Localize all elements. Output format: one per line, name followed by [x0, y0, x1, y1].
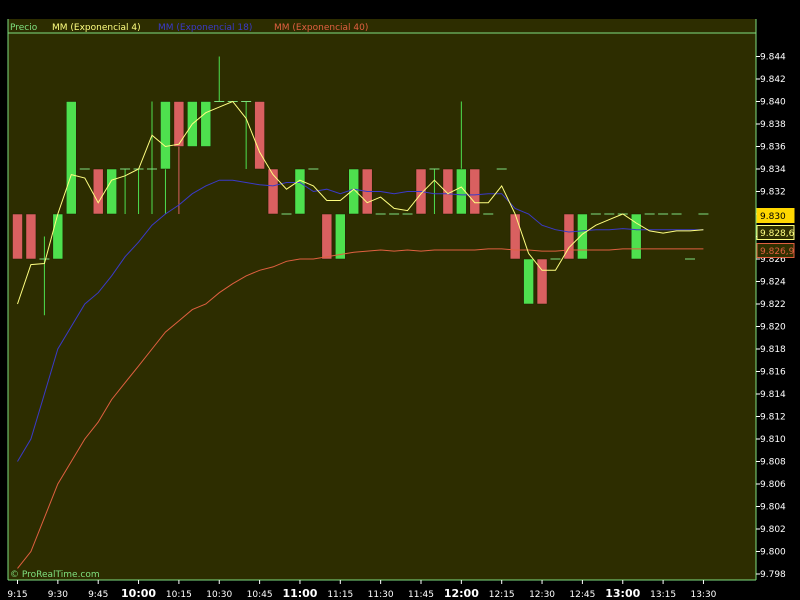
candle-body: [509, 213, 521, 260]
candle-body: [577, 213, 588, 260]
y-tick-label: 9.820: [760, 323, 786, 333]
candle-body: [321, 213, 333, 260]
x-tick-label: 13:00: [605, 587, 640, 600]
candle-body: [469, 168, 481, 215]
legend-entry: MM (Exponencial 4): [52, 23, 141, 33]
y-tick-label: 9.822: [760, 300, 786, 310]
y-tick-label: 9.818: [760, 345, 786, 355]
y-tick-label: 9.840: [760, 98, 786, 108]
y-tick-label: 9.810: [760, 435, 786, 445]
y-tick-label: 9.816: [760, 368, 786, 378]
x-tick-label: 13:30: [690, 590, 716, 600]
legend: Precio MM (Exponencial 4) MM (Exponencial …: [10, 23, 368, 33]
candle-body: [12, 213, 23, 260]
x-tick-label: 12:30: [529, 590, 555, 600]
price-tag-label: 9.826,9: [760, 247, 795, 257]
candle-body: [66, 101, 77, 215]
y-tick-label: 9.844: [760, 53, 786, 63]
legend-entry: Precio: [10, 23, 38, 33]
candle-body: [52, 213, 64, 260]
x-tick-label: 11:45: [408, 590, 434, 600]
candle-body: [348, 168, 359, 215]
x-tick-label: 10:00: [121, 587, 156, 600]
x-tick-label: 9:30: [48, 590, 68, 600]
y-tick-label: 9.842: [760, 75, 786, 85]
y-tick-label: 9.806: [760, 480, 786, 490]
candle-body: [106, 168, 117, 215]
candle-body: [335, 213, 346, 260]
y-tick-label: 9.812: [760, 413, 786, 423]
candle-body: [92, 168, 104, 215]
y-tick-label: 9.824: [760, 278, 786, 288]
y-tick-label: 9.836: [760, 143, 786, 153]
y-tick-label: 9.838: [760, 120, 786, 130]
price-tags: 9.830 9.828,6 9.826,9: [756, 208, 795, 258]
candle-body: [25, 213, 37, 260]
price-tag-label: 9.828,6: [760, 229, 795, 239]
candle-body: [523, 258, 534, 305]
price-tag-label: 9.830: [760, 212, 786, 222]
y-tick-label: 9.798: [760, 570, 786, 580]
legend-entry: MM (Exponencial 40): [274, 23, 368, 33]
chart: Precio MM (Exponencial 4) MM (Exponencial …: [0, 0, 800, 600]
y-tick-label: 9.802: [760, 525, 786, 535]
legend-entry: MM (Exponencial 18): [158, 23, 252, 33]
candle-body: [294, 168, 306, 215]
x-tick-label: 9:45: [88, 590, 108, 600]
y-tick-label: 9.814: [760, 390, 786, 400]
x-tick-label: 11:00: [282, 587, 317, 600]
y-tick-label: 9.804: [760, 503, 786, 513]
candle-body: [200, 101, 212, 147]
y-tick-label: 9.834: [760, 165, 786, 175]
candle-body: [267, 168, 279, 215]
candle-body: [160, 101, 171, 170]
x-tick-label: 12:15: [489, 590, 515, 600]
x-tick-label: 11:15: [327, 590, 353, 600]
plot-area: [8, 33, 756, 580]
x-tick-label: 12:00: [444, 587, 479, 600]
x-tick-label: 11:30: [368, 590, 394, 600]
x-tick-label: 10:45: [247, 590, 273, 600]
y-tick-label: 9.800: [760, 548, 786, 558]
x-tick-label: 9:15: [7, 590, 27, 600]
x-tick-label: 13:15: [650, 590, 676, 600]
watermark: © ProRealTime.com: [10, 570, 100, 580]
y-tick-label: 9.832: [760, 188, 786, 198]
x-tick-label: 10:30: [206, 590, 232, 600]
x-tick-label: 12:45: [569, 590, 595, 600]
y-tick-label: 9.808: [760, 458, 786, 468]
candle-body: [563, 213, 575, 260]
x-tick-label: 10:15: [166, 590, 192, 600]
